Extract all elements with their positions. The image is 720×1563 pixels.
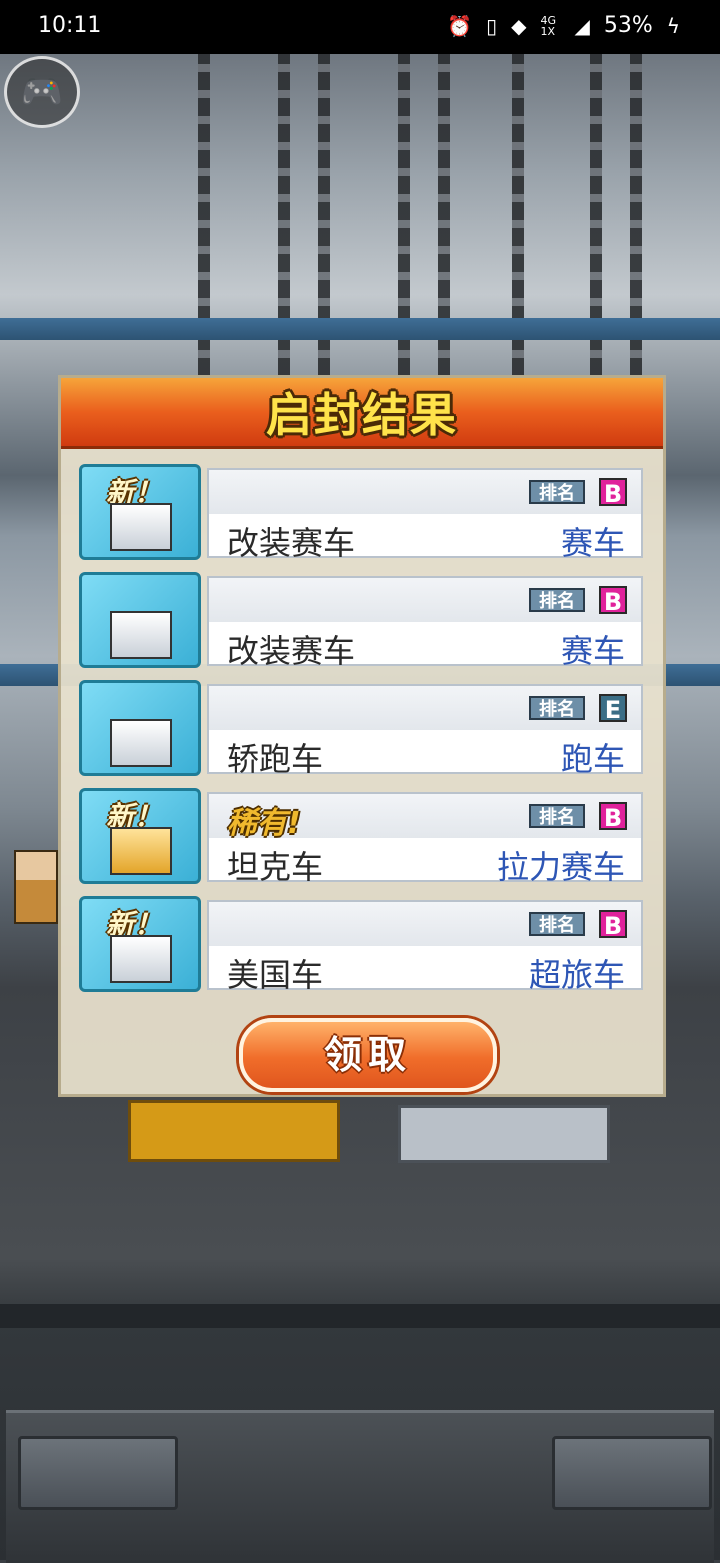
item-name: 改装赛车	[227, 632, 356, 670]
dialog-header: 启封结果	[61, 378, 663, 449]
item-info: 稀有! 排名 B 坦克车 拉力赛车	[207, 792, 643, 886]
charging-icon: ϟ	[666, 13, 680, 38]
network-label: 4G 1X	[540, 13, 557, 38]
list-item[interactable]: 排名 B 改装赛车 赛车	[79, 572, 645, 670]
list-item[interactable]: 排名 E 轿跑车 跑车	[79, 680, 645, 778]
item-type: 超旅车	[528, 956, 625, 994]
signal-icon: ◢	[574, 13, 590, 38]
steel-beam	[0, 318, 720, 340]
white-pallet	[398, 1105, 610, 1163]
item-thumbnail: 新！	[79, 464, 201, 560]
worker-character	[14, 850, 58, 924]
item-info: 排名 E 轿跑车 跑车	[207, 684, 643, 778]
battery-percent: 53%	[603, 13, 653, 38]
item-type: 赛车	[560, 524, 625, 562]
yellow-pallet	[128, 1100, 340, 1162]
alarm-icon: ⏰	[447, 13, 473, 38]
rank-grade: B	[599, 586, 627, 616]
rank-grade: B	[599, 478, 627, 508]
item-name: 坦克车	[227, 848, 324, 886]
list-item[interactable]: 新！ 排名 B 改装赛车 赛车	[79, 464, 645, 562]
item-type: 赛车	[560, 632, 625, 670]
gamepad-icon[interactable]: 🎮	[4, 56, 80, 128]
item-name: 改装赛车	[227, 524, 356, 562]
item-thumbnail	[79, 572, 201, 668]
item-info: 排名 B 改装赛车 赛车	[207, 468, 643, 562]
item-info: 排名 B 美国车 超旅车	[207, 900, 643, 994]
rank-label: 排名	[529, 480, 585, 504]
bottom-left-button[interactable]	[18, 1436, 178, 1510]
claim-button[interactable]: 领取	[239, 1018, 497, 1092]
result-list: 新！ 排名 B 改装赛车 赛车 排名 B 改装赛车 赛车 排名 E 轿跑车 跑车…	[79, 464, 645, 1004]
item-type: 拉力赛车	[496, 848, 625, 886]
list-item[interactable]: 新！ 排名 B 美国车 超旅车	[79, 896, 645, 994]
car-box-icon	[110, 611, 172, 659]
item-type: 跑车	[560, 740, 625, 778]
wifi-icon: ◆	[511, 13, 527, 38]
status-bar: 10:11 ⏰ ▯ ◆ 4G 1X ◢ 53% ϟ	[0, 0, 720, 54]
car-box-icon	[110, 935, 172, 983]
rank-label: 排名	[529, 804, 585, 828]
item-name: 美国车	[227, 956, 324, 994]
unbox-results-dialog: 启封结果 新！ 排名 B 改装赛车 赛车 排名 B 改装赛车 赛车 排名 E 轿…	[58, 375, 666, 1097]
rank-grade: B	[599, 910, 627, 940]
rare-badge: 稀有!	[227, 806, 301, 841]
rank-label: 排名	[529, 588, 585, 612]
dialog-title: 启封结果	[266, 388, 458, 442]
rank-label: 排名	[529, 912, 585, 936]
item-thumbnail: 新！	[79, 896, 201, 992]
rank-grade: E	[599, 694, 627, 724]
tank-box-icon	[110, 827, 172, 875]
status-icons: ⏰ ▯ ◆ 4G 1X ◢ 53% ϟ	[447, 13, 680, 38]
bottom-right-button[interactable]	[552, 1436, 712, 1510]
item-thumbnail: 新！	[79, 788, 201, 884]
floor-edge	[0, 1304, 720, 1328]
item-info: 排名 B 改装赛车 赛车	[207, 576, 643, 670]
item-name: 轿跑车	[227, 740, 324, 778]
list-item[interactable]: 新！ 稀有! 排名 B 坦克车 拉力赛车	[79, 788, 645, 886]
phone-icon: ▯	[486, 13, 498, 38]
item-thumbnail	[79, 680, 201, 776]
status-time: 10:11	[38, 13, 102, 38]
car-box-icon	[110, 503, 172, 551]
car-box-icon	[110, 719, 172, 767]
rank-label: 排名	[529, 696, 585, 720]
rank-grade: B	[599, 802, 627, 832]
